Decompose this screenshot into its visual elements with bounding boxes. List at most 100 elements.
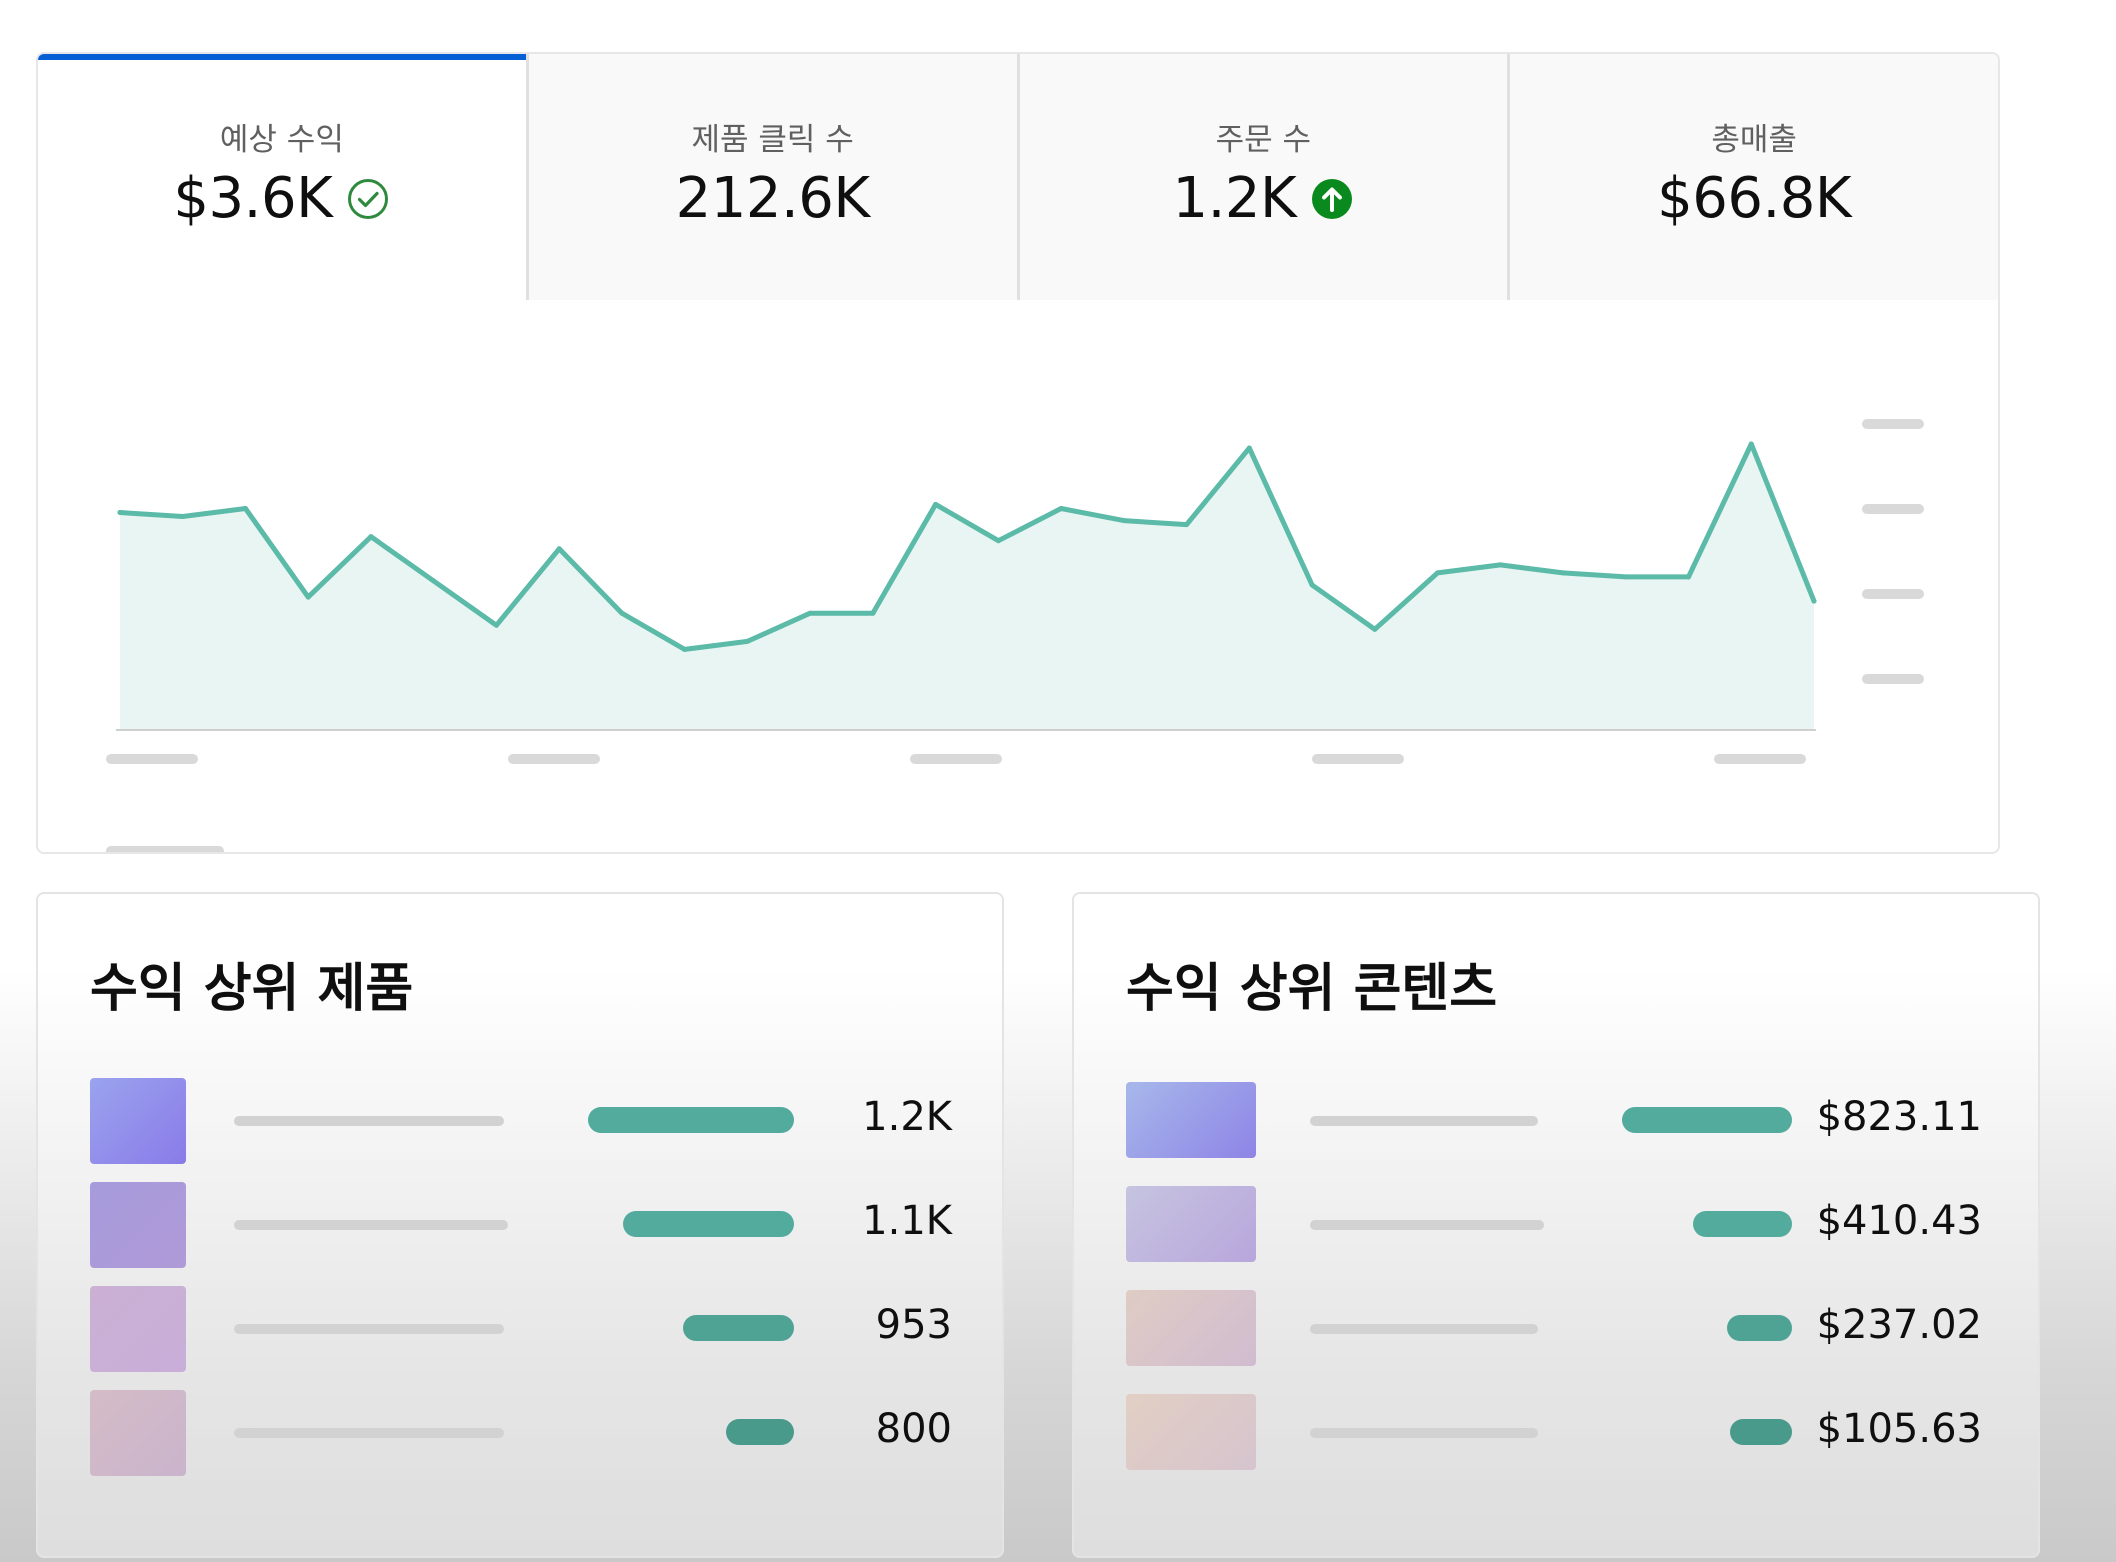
- item-value: 1.2K: [862, 1094, 952, 1140]
- y-tick-label-placeholder: [1862, 589, 1924, 599]
- thumbnail: [90, 1390, 186, 1476]
- tab-product-clicks[interactable]: 제품 클릭 수 212.6K: [525, 54, 1017, 300]
- thumbnail: [1126, 1290, 1256, 1366]
- value-bar: [1693, 1211, 1792, 1237]
- chart-data-point: [493, 622, 499, 628]
- thumbnail: [1126, 1186, 1256, 1262]
- chart-area-fill: [120, 444, 1814, 730]
- item-name-placeholder: [234, 1220, 508, 1230]
- value-bar: [588, 1107, 794, 1133]
- area-chart: [106, 419, 1924, 852]
- chart-data-point: [870, 610, 876, 616]
- tab-estimated-revenue[interactable]: 예상 수익 $3.6K: [38, 54, 526, 300]
- thumbnail: [90, 1078, 186, 1164]
- revenue-analytics-card: 예상 수익 $3.6K 제품 클릭 수 212.6K 주문 수 1.2K 총매출…: [36, 52, 2000, 854]
- thumbnail: [1126, 1082, 1256, 1158]
- chart-data-point: [619, 610, 625, 616]
- chart-data-point: [1058, 505, 1064, 511]
- chart-data-point: [933, 501, 939, 507]
- y-tick-label-placeholder: [1862, 674, 1924, 684]
- chart-data-point: [1748, 441, 1754, 447]
- list-item[interactable]: 1.1K: [38, 1182, 1002, 1268]
- item-value: $823.11: [1816, 1094, 1982, 1140]
- arrow-up-circle-icon: [1310, 177, 1354, 221]
- chart-data-point: [744, 638, 750, 644]
- list-item[interactable]: $237.02: [1074, 1286, 2038, 1372]
- item-name-placeholder: [1310, 1428, 1538, 1438]
- chart-data-point: [305, 594, 311, 600]
- thumbnail: [90, 1286, 186, 1372]
- item-value: 1.1K: [862, 1198, 952, 1244]
- chart-data-point: [556, 546, 562, 552]
- metric-value: $3.6K: [173, 166, 333, 231]
- chart-data-point: [682, 646, 688, 652]
- item-value: $105.63: [1816, 1406, 1982, 1452]
- list-item[interactable]: 1.2K: [38, 1078, 1002, 1164]
- metric-value: $66.8K: [1657, 166, 1852, 231]
- metric-tabs: 예상 수익 $3.6K 제품 클릭 수 212.6K 주문 수 1.2K 총매출…: [38, 54, 1998, 300]
- chart-data-point: [1184, 522, 1190, 528]
- chart-data-point: [242, 505, 248, 511]
- x-axis-caption-placeholder: [106, 846, 224, 852]
- chart-data-point: [1309, 582, 1315, 588]
- chart-data-point: [1560, 570, 1566, 576]
- item-value: $237.02: [1816, 1302, 1982, 1348]
- item-name-placeholder: [1310, 1324, 1538, 1334]
- top-content-title: 수익 상위 콘텐츠: [1126, 959, 1498, 1019]
- y-tick-label-placeholder: [1862, 504, 1924, 514]
- y-tick-label-placeholder: [1862, 419, 1924, 429]
- value-bar: [1727, 1315, 1792, 1341]
- item-value: 953: [875, 1302, 952, 1348]
- x-tick-label-placeholder: [106, 754, 198, 764]
- value-bar: [683, 1315, 794, 1341]
- tab-total-sales[interactable]: 총매출 $66.8K: [1507, 54, 1998, 300]
- thumbnail: [90, 1182, 186, 1268]
- item-name-placeholder: [234, 1116, 504, 1126]
- top-products-card: 수익 상위 제품 1.2K 1.1K 953 800: [36, 892, 1004, 1558]
- chart-data-point: [1435, 570, 1441, 576]
- item-value: 800: [875, 1406, 952, 1452]
- check-circle-icon: [346, 177, 390, 221]
- chart-data-point: [180, 514, 186, 520]
- x-tick-label-placeholder: [910, 754, 1002, 764]
- chart-data-point: [1121, 518, 1127, 524]
- metric-label: 예상 수익: [219, 122, 344, 158]
- metric-value: 1.2K: [1172, 166, 1297, 231]
- x-tick-label-placeholder: [508, 754, 600, 764]
- chart-data-point: [431, 578, 437, 584]
- tab-orders[interactable]: 주문 수 1.2K: [1016, 54, 1508, 300]
- item-value: $410.43: [1816, 1198, 1982, 1244]
- metric-label: 주문 수: [1215, 122, 1312, 158]
- item-name-placeholder: [1310, 1116, 1538, 1126]
- chart-data-point: [1623, 574, 1629, 580]
- chart-data-point: [117, 510, 123, 515]
- value-bar: [1622, 1107, 1792, 1133]
- chart-data-point: [807, 610, 813, 616]
- item-name-placeholder: [234, 1428, 504, 1438]
- chart-data-point: [1811, 598, 1817, 604]
- top-content-card: 수익 상위 콘텐츠 $823.11 $410.43 $237.02 $105.63: [1072, 892, 2040, 1558]
- list-item[interactable]: 953: [38, 1286, 1002, 1372]
- value-bar: [1730, 1419, 1792, 1445]
- top-products-title: 수익 상위 제품: [90, 959, 414, 1019]
- list-item[interactable]: $410.43: [1074, 1182, 2038, 1268]
- value-bar: [726, 1419, 794, 1445]
- thumbnail: [1126, 1394, 1256, 1470]
- list-item[interactable]: $105.63: [1074, 1390, 2038, 1476]
- chart-data-point: [368, 534, 374, 540]
- chart-data-point: [1246, 445, 1252, 451]
- value-bar: [623, 1211, 794, 1237]
- chart-data-point: [995, 538, 1001, 544]
- metric-value: 212.6K: [675, 166, 871, 231]
- metric-label: 제품 클릭 수: [691, 122, 854, 158]
- metric-label: 총매출: [1711, 122, 1797, 158]
- item-name-placeholder: [234, 1324, 504, 1334]
- chart-data-point: [1372, 626, 1378, 632]
- x-tick-label-placeholder: [1714, 754, 1806, 764]
- item-name-placeholder: [1310, 1220, 1544, 1230]
- list-item[interactable]: $823.11: [1074, 1078, 2038, 1164]
- revenue-chart: [38, 300, 1998, 852]
- chart-data-point: [1497, 562, 1503, 568]
- list-item[interactable]: 800: [38, 1390, 1002, 1476]
- x-tick-label-placeholder: [1312, 754, 1404, 764]
